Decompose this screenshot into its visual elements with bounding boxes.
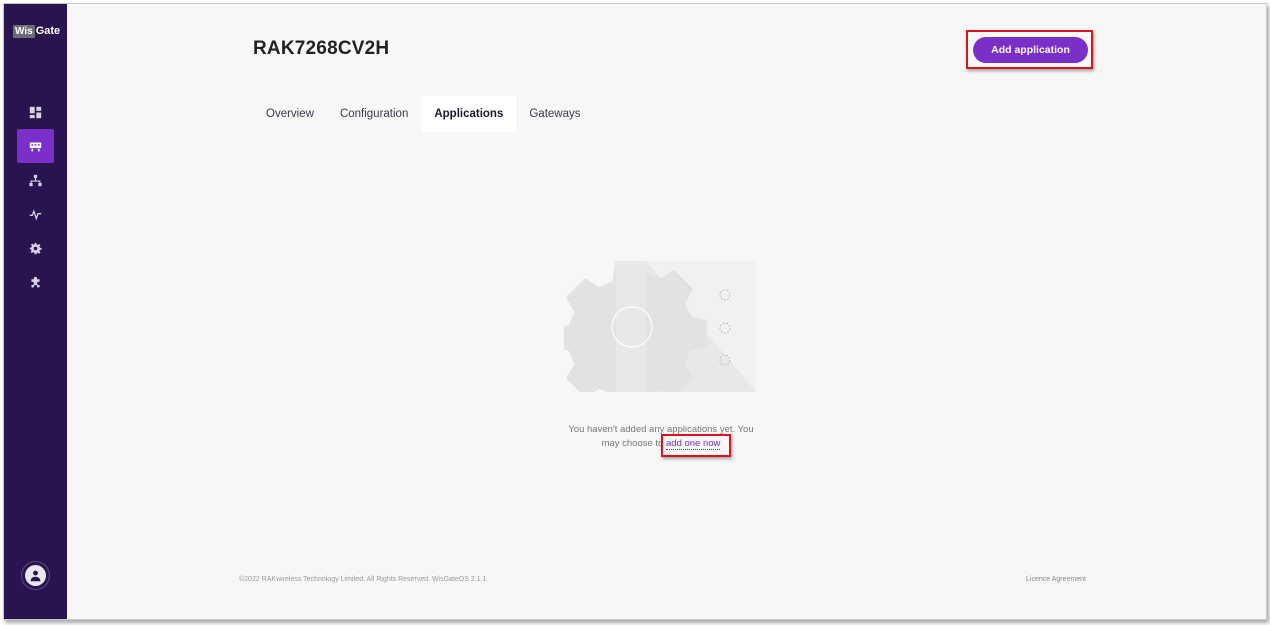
- user-avatar[interactable]: [21, 561, 50, 590]
- tab-configuration[interactable]: Configuration: [327, 96, 421, 132]
- licence-agreement-link[interactable]: Licence Agreement: [1026, 576, 1086, 583]
- gear-icon: [29, 242, 42, 254]
- add-application-button[interactable]: Add application: [973, 37, 1088, 63]
- sidebar-item-network[interactable]: [17, 163, 54, 197]
- tab-applications[interactable]: Applications: [421, 96, 517, 132]
- sidebar-item-extensions[interactable]: [17, 265, 54, 299]
- highlight-add-one-now: [661, 434, 731, 457]
- sidebar: Wis Gate: [4, 4, 67, 619]
- tab-gateways[interactable]: Gateways: [516, 96, 593, 132]
- sidebar-item-settings[interactable]: [17, 231, 54, 265]
- device-icon: [29, 141, 42, 151]
- sidebar-item-devices[interactable]: [17, 129, 54, 163]
- user-icon: [30, 570, 41, 582]
- gear-illustration: [564, 261, 756, 392]
- tab-bar: Overview Configuration Applications Gate…: [253, 96, 594, 132]
- sidebar-item-activity[interactable]: [17, 197, 54, 231]
- sidebar-item-dashboard[interactable]: [17, 95, 54, 129]
- puzzle-icon: [31, 276, 40, 287]
- page-title: RAK7268CV2H: [253, 38, 390, 59]
- activity-icon: [29, 208, 42, 221]
- dashboard-icon: [29, 106, 42, 118]
- network-icon: [29, 174, 42, 186]
- app-window: Wis Gate RAK7268CV2H Add application Ove…: [3, 3, 1267, 620]
- footer-copyright: ©2022 RAKwireless Technology Limited. Al…: [239, 576, 487, 583]
- wisgate-logo: Wis Gate: [13, 24, 61, 38]
- tab-overview[interactable]: Overview: [253, 96, 327, 132]
